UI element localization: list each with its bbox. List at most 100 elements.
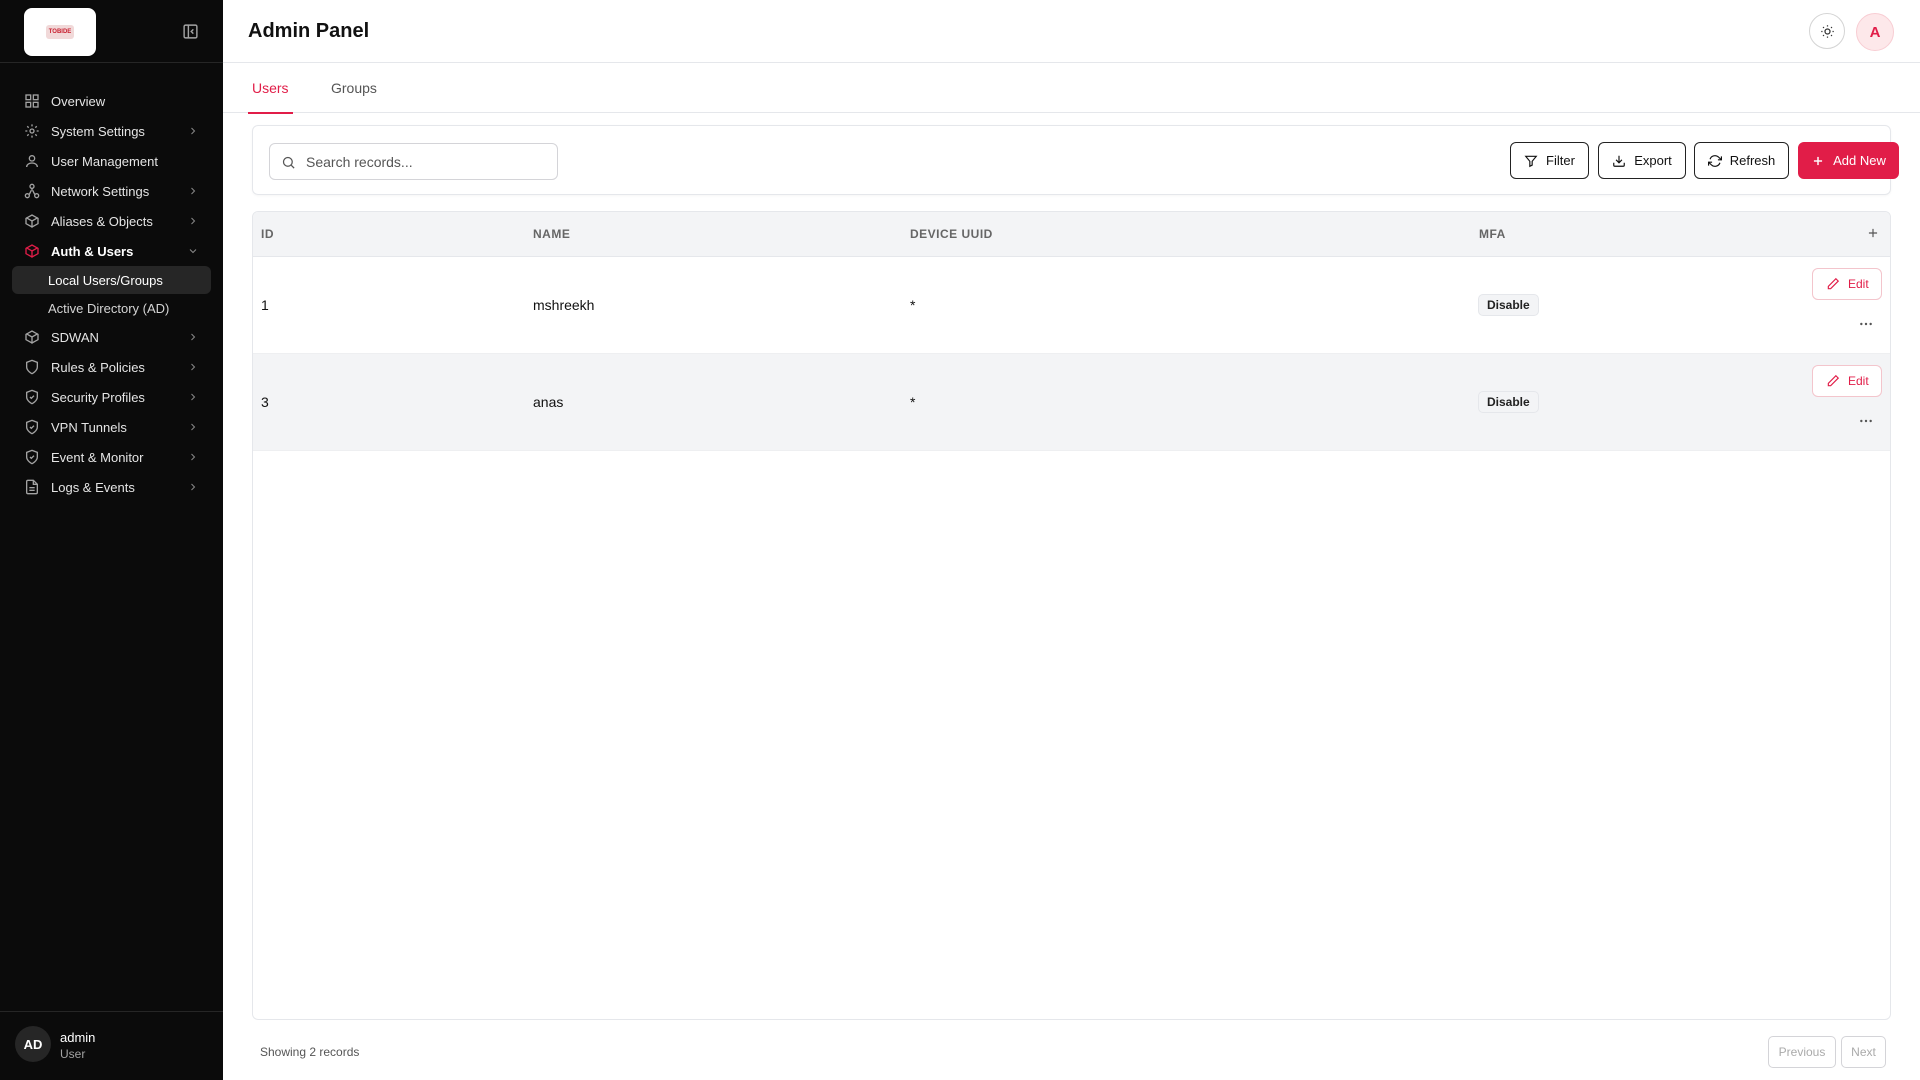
previous-page-button[interactable]: Previous	[1768, 1036, 1836, 1068]
sidebar-subitem-local-users-groups[interactable]: Local Users/Groups	[12, 266, 211, 294]
cell-device-uuid: *	[910, 297, 916, 313]
edit-button[interactable]: Edit	[1812, 365, 1882, 397]
sidebar: TOBIDE Overview System Settings User Man…	[0, 0, 223, 1080]
chevron-right-icon	[191, 187, 196, 195]
theme-toggle-button[interactable]	[1809, 13, 1845, 49]
sidebar-item-label: User Management	[51, 153, 158, 169]
sidebar-item-label: Aliases & Objects	[51, 213, 153, 229]
brand-logo-mark: TOBIDE	[46, 25, 74, 39]
sidebar-item-label: Auth & Users	[51, 243, 134, 259]
sidebar-item-logs-events[interactable]: Logs & Events	[12, 472, 211, 502]
refresh-button-label: Refresh	[1729, 153, 1776, 168]
next-page-button[interactable]: Next	[1841, 1036, 1886, 1068]
edit-button[interactable]: Edit	[1812, 268, 1882, 300]
sun-icon	[1820, 24, 1834, 38]
network-icon	[24, 183, 40, 199]
box-icon	[25, 244, 39, 258]
table-row[interactable]: 1 mshreekh * Disable Edit	[253, 257, 1890, 354]
user-role: User	[60, 1047, 86, 1061]
sidebar-item-vpn-tunnels[interactable]: VPN Tunnels	[12, 412, 211, 442]
sidebar-item-network-settings[interactable]: Network Settings	[12, 176, 211, 206]
add-new-button[interactable]: Add New	[1798, 142, 1899, 179]
column-header-id[interactable]: ID	[261, 227, 274, 241]
box-icon	[25, 214, 39, 228]
column-header-mfa[interactable]: MFA	[1479, 227, 1506, 241]
chevron-right-icon	[191, 217, 196, 225]
sidebar-divider	[0, 62, 223, 63]
more-options-icon[interactable]	[1858, 414, 1874, 428]
cell-name: anas	[533, 394, 564, 410]
column-header-name[interactable]: NAME	[533, 227, 570, 241]
pencil-icon	[1827, 277, 1840, 290]
grid-icon	[25, 94, 39, 108]
chevron-right-icon	[191, 333, 196, 341]
filter-button-label: Filter	[1546, 153, 1575, 168]
refresh-button[interactable]: Refresh	[1694, 142, 1789, 179]
column-header-device-uuid[interactable]: DEVICE UUID	[910, 227, 993, 241]
sidebar-item-label: VPN Tunnels	[51, 419, 127, 435]
sidebar-item-label: Rules & Policies	[51, 359, 145, 375]
page-title: Admin Panel	[248, 20, 370, 42]
export-button[interactable]: Export	[1598, 142, 1686, 179]
edit-button-label: Edit	[1848, 277, 1869, 291]
cell-device-uuid: *	[910, 394, 916, 410]
sidebar-item-rules-policies[interactable]: Rules & Policies	[12, 352, 211, 382]
chevron-right-icon	[191, 453, 196, 461]
tab-users[interactable]: Users	[248, 63, 293, 114]
add-column-icon[interactable]	[1866, 226, 1880, 240]
users-table: ID NAME DEVICE UUID MFA 1 mshreekh * Dis…	[252, 211, 1891, 1020]
cell-id: 3	[261, 394, 269, 410]
chevron-right-icon	[191, 483, 196, 491]
shield-check-icon	[26, 449, 38, 465]
main-content: Admin Panel A Users Groups Filter Export…	[223, 0, 1920, 1080]
mfa-status-badge: Disable	[1478, 391, 1539, 413]
sidebar-item-label: SDWAN	[51, 329, 99, 345]
document-icon	[26, 479, 38, 495]
sidebar-subitem-active-directory[interactable]: Active Directory (AD)	[12, 294, 211, 322]
sidebar-item-sdwan[interactable]: SDWAN	[12, 322, 211, 352]
sidebar-item-aliases-objects[interactable]: Aliases & Objects	[12, 206, 211, 236]
search-box	[269, 143, 558, 180]
tab-groups[interactable]: Groups	[331, 63, 377, 113]
sidebar-item-event-monitor[interactable]: Event & Monitor	[12, 442, 211, 472]
refresh-icon	[1707, 154, 1722, 167]
chevron-right-icon	[191, 393, 196, 401]
sidebar-collapse-icon[interactable]	[182, 23, 199, 40]
search-icon	[282, 156, 295, 169]
shield-check-icon	[26, 419, 38, 435]
brand-logo[interactable]: TOBIDE	[24, 8, 96, 56]
filter-icon	[1524, 155, 1538, 167]
cell-id: 1	[261, 297, 269, 313]
chevron-down-icon	[189, 249, 197, 254]
shield-icon	[26, 359, 38, 375]
chevron-right-icon	[191, 363, 196, 371]
tab-bar: Users Groups	[223, 63, 1920, 114]
cell-name: mshreekh	[533, 297, 595, 313]
filter-button[interactable]: Filter	[1510, 142, 1589, 179]
sidebar-item-security-profiles[interactable]: Security Profiles	[12, 382, 211, 412]
sidebar-nav: Overview System Settings User Management…	[12, 86, 211, 502]
sidebar-item-label: Logs & Events	[51, 479, 135, 495]
sidebar-item-label: Network Settings	[51, 183, 150, 199]
sidebar-item-label: Overview	[51, 93, 106, 109]
sidebar-item-user-management[interactable]: User Management	[12, 146, 211, 176]
sidebar-item-label: System Settings	[51, 123, 145, 139]
mfa-status-badge: Disable	[1478, 294, 1539, 316]
records-count: Showing 2 records	[260, 1045, 360, 1059]
chevron-right-icon	[191, 127, 196, 135]
pencil-icon	[1827, 374, 1840, 387]
sidebar-item-overview[interactable]: Overview	[12, 86, 211, 116]
download-icon	[1613, 155, 1626, 167]
sidebar-item-system-settings[interactable]: System Settings	[12, 116, 211, 146]
box-icon	[25, 330, 39, 344]
avatar[interactable]: AD	[15, 1026, 51, 1062]
sidebar-item-auth-users[interactable]: Auth & Users	[12, 236, 211, 266]
plus-icon	[1814, 156, 1823, 165]
table-row[interactable]: 3 anas * Disable Edit	[253, 354, 1890, 451]
user-icon	[26, 155, 38, 168]
chevron-right-icon	[191, 423, 196, 431]
export-button-label: Export	[1634, 153, 1672, 168]
more-options-icon[interactable]	[1858, 317, 1874, 331]
search-input[interactable]	[306, 144, 546, 179]
profile-avatar-button[interactable]: A	[1856, 13, 1894, 51]
